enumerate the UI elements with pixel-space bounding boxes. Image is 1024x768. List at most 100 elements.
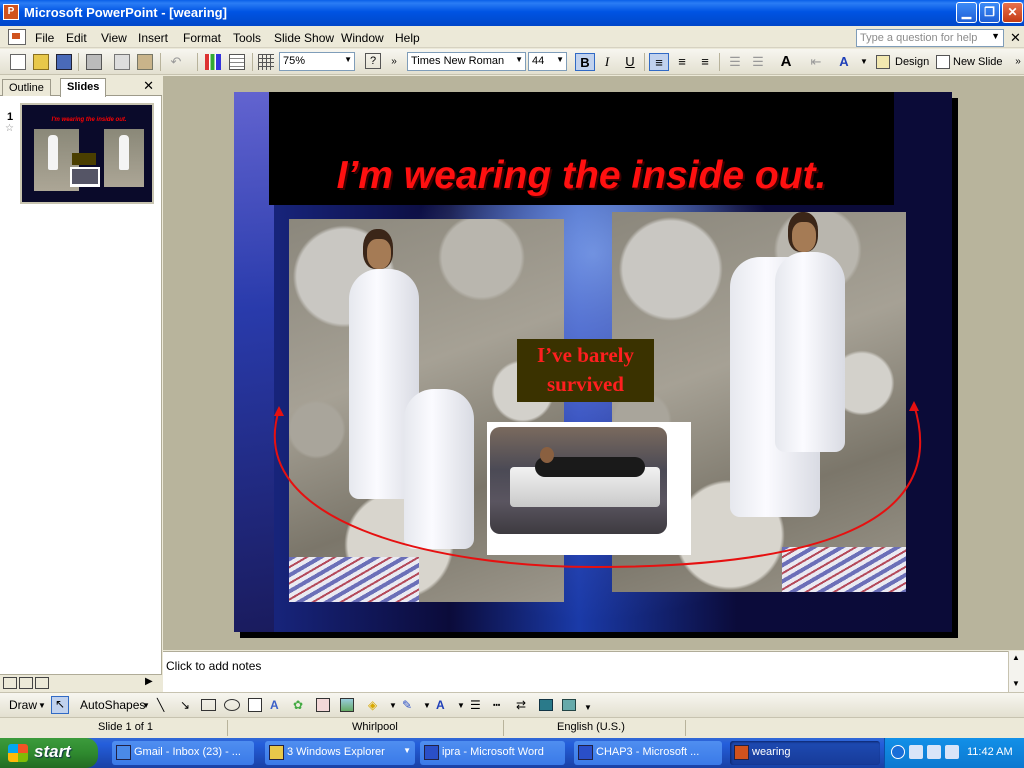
menu-slide-show[interactable]: Slide Show [274,31,334,45]
chevron-down-icon[interactable]: ▼ [142,701,150,710]
slide-thumbnail[interactable]: I'm wearing the inside out. [20,103,154,204]
chevron-down-icon[interactable]: ▼ [515,55,523,64]
chevron-down-icon[interactable]: ▼ [38,701,46,710]
copy-icon[interactable] [114,54,130,70]
menu-file[interactable]: File [35,31,54,45]
font-size-select[interactable]: 44 ▼ [528,52,567,71]
font-select[interactable]: Times New Roman ▼ [407,52,526,71]
minimize-button[interactable]: ▁ [956,2,977,23]
task-windows-explorer[interactable]: 3 Windows Explorer ▼ [265,741,415,765]
save-icon[interactable] [56,54,72,70]
chevron-down-icon[interactable]: ▼ [991,31,1000,41]
chevron-down-icon[interactable]: ▼ [854,53,874,71]
line-style-icon[interactable]: ☰ [470,698,481,712]
increase-font-icon[interactable]: A [776,53,796,71]
task-wearing-powerpoint[interactable]: wearing [730,741,880,765]
arrow-style-icon[interactable]: ⇄ [516,698,526,712]
shadow-style-icon[interactable] [539,699,553,711]
menu-edit[interactable]: Edit [66,31,87,45]
chevron-down-icon[interactable]: ▼ [423,701,431,710]
3d-style-icon[interactable] [562,699,576,711]
slide-show-icon[interactable] [35,677,49,689]
hospital-photo[interactable] [487,422,691,555]
fill-color-icon[interactable]: ◈ [368,698,377,712]
oval-tool-icon[interactable] [224,699,240,711]
network-icon[interactable] [909,745,923,759]
autoshapes-menu[interactable]: AutoShapes [80,698,145,712]
caption-textbox[interactable]: I’ve barely survived [517,339,654,402]
textbox-tool-icon[interactable] [248,698,262,712]
slide-canvas[interactable]: I’m wearing the inside out. I’ve barely … [234,92,952,632]
scroll-down-icon[interactable]: ▼ [1012,679,1020,688]
undo-icon[interactable]: ↶ [166,53,186,71]
rectangle-tool-icon[interactable] [201,699,216,711]
chevron-down-icon[interactable]: ▼ [344,55,352,64]
chevron-down-icon[interactable]: ▼ [556,55,564,64]
new-slide-button[interactable]: New Slide [953,56,1003,68]
chevron-down-icon[interactable]: ▼ [457,701,465,710]
close-document-icon[interactable]: ✕ [1010,30,1021,46]
notes-pane[interactable]: Click to add notes [163,651,1008,692]
close-pane-icon[interactable]: ✕ [143,78,154,94]
paste-icon[interactable] [137,54,153,70]
underline-button[interactable]: U [620,53,640,71]
normal-view-icon[interactable] [3,677,17,689]
network-icon[interactable] [927,745,941,759]
font-color-icon[interactable]: A [834,53,854,71]
wordart-icon[interactable]: A [270,698,279,712]
help-icon[interactable]: ? [365,53,381,69]
menu-view[interactable]: View [101,31,127,45]
numbering-icon[interactable]: ☰ [725,53,745,71]
notes-scrollbar[interactable]: ▲ ▼ [1008,651,1024,692]
menu-insert[interactable]: Insert [138,31,168,45]
toolbar-options-icon[interactable]: » [1008,53,1024,71]
align-center-icon[interactable]: ≡ [672,53,692,71]
tab-slides[interactable]: Slides [60,78,107,97]
design-icon[interactable] [876,55,890,69]
menu-help[interactable]: Help [395,31,420,45]
tab-outline[interactable]: Outline [2,79,51,96]
picture-icon[interactable] [340,698,354,712]
menu-window[interactable]: Window [341,31,384,45]
align-left-icon[interactable]: ≡ [649,53,669,71]
menu-tools[interactable]: Tools [233,31,261,45]
toolbar-options-icon[interactable]: » [384,53,404,71]
bullets-icon[interactable]: ☰ [748,53,768,71]
diagram-icon[interactable]: ✿ [293,698,303,712]
new-slide-icon[interactable] [936,55,950,69]
print-icon[interactable] [86,54,102,70]
tray-expand-icon[interactable] [891,745,905,759]
chevron-down-icon[interactable]: ▼ [389,701,397,710]
arrow-tool-icon[interactable]: ↘ [180,698,190,712]
table-icon[interactable] [229,54,245,70]
scroll-up-icon[interactable]: ▲ [1012,653,1020,662]
toolbar-options-icon[interactable]: ▼ [584,703,592,712]
close-button[interactable]: ✕ [1002,2,1023,23]
open-icon[interactable] [33,54,49,70]
design-button[interactable]: Design [895,56,929,68]
line-tool-icon[interactable]: ╲ [157,698,164,712]
document-icon[interactable] [8,29,26,45]
task-ipra-word[interactable]: ipra - Microsoft Word [420,741,565,765]
grid-icon[interactable] [258,54,274,70]
italic-button[interactable]: I [597,53,617,71]
font-color-icon[interactable]: A [436,698,445,712]
draw-menu[interactable]: Draw [9,698,37,712]
restore-button[interactable]: ❐ [979,2,1000,23]
dash-style-icon[interactable]: ┅ [493,698,500,712]
align-right-icon[interactable]: ≡ [695,53,715,71]
task-gmail[interactable]: Gmail - Inbox (23) - ... [112,741,254,765]
bold-button[interactable]: B [575,53,595,71]
clipart-icon[interactable] [316,698,330,712]
volume-icon[interactable] [945,745,959,759]
new-icon[interactable] [10,54,26,70]
slide-sorter-icon[interactable] [19,677,33,689]
start-button[interactable]: start [0,738,98,768]
line-color-icon[interactable]: ✎ [402,698,412,712]
select-pointer-icon[interactable]: ↖ [51,696,69,714]
scroll-right-icon[interactable]: ▶ [145,676,159,688]
help-search-input[interactable]: Type a question for help ▼ [856,29,1004,47]
chart-icon[interactable] [205,54,221,70]
zoom-select[interactable]: 75% ▼ [279,52,355,71]
powerpoint-app-icon[interactable]: P [3,4,19,20]
